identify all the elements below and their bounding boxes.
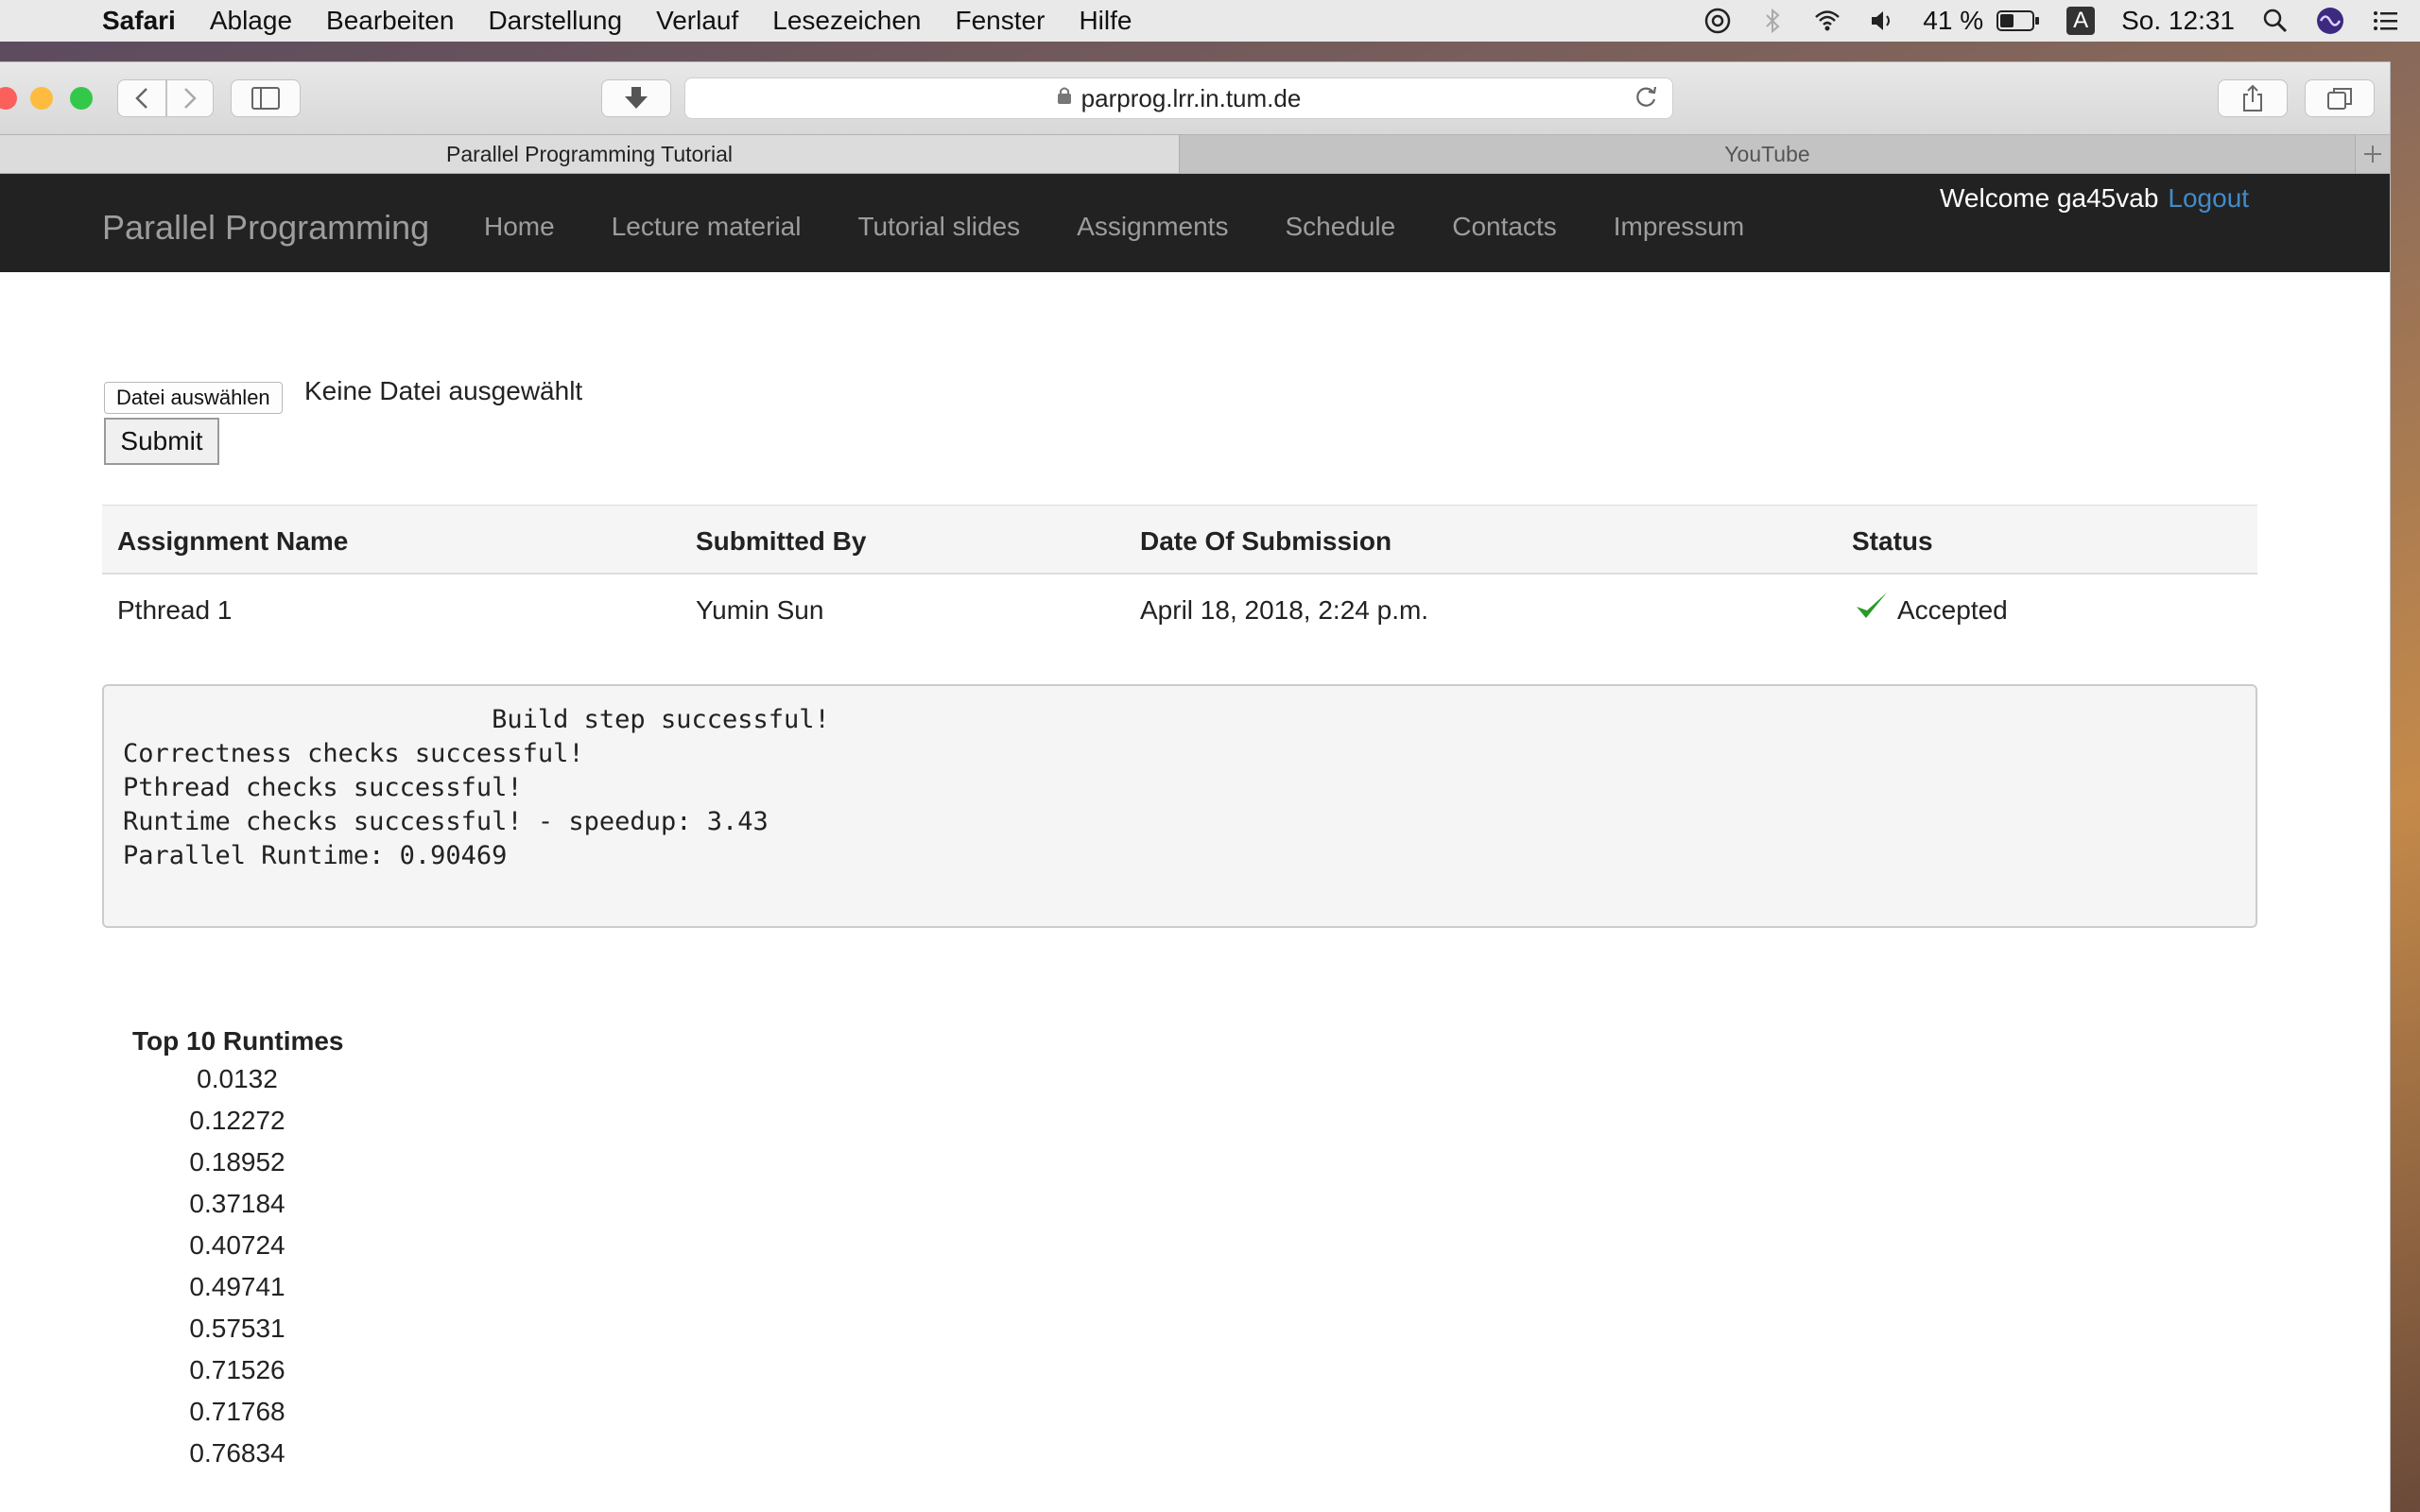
runtime-list: 0.0132 0.12272 0.18952 0.37184 0.40724 0… — [132, 1058, 344, 1474]
runtime-value: 0.76834 — [189, 1438, 285, 1468]
tab-parallel-programming[interactable]: Parallel Programming Tutorial — [0, 135, 1180, 173]
reload-icon[interactable] — [1633, 84, 1659, 117]
back-button[interactable] — [117, 79, 166, 117]
minimize-window-button[interactable] — [30, 87, 53, 110]
password-icon[interactable] — [1703, 7, 1732, 35]
app-menu-safari[interactable]: Safari — [102, 6, 176, 36]
nav-assignments[interactable]: Assignments — [1077, 212, 1228, 242]
site-brand-link[interactable]: Parallel Programming — [102, 208, 429, 248]
welcome-text: Welcome ga45vab — [1940, 183, 2159, 213]
tabs-overview-icon — [2327, 88, 2352, 110]
share-icon — [2243, 84, 2262, 112]
menu-verlauf[interactable]: Verlauf — [656, 6, 738, 36]
menu-bar-status-area: 41 % A So. 12:31 — [1690, 0, 2420, 42]
choose-file-button[interactable]: Datei auswählen — [104, 382, 283, 414]
column-header-date: Date Of Submission — [1140, 526, 1392, 556]
log-line: Pthread checks successful! — [123, 773, 523, 802]
sidebar-icon — [251, 87, 280, 110]
notification-center-icon[interactable] — [2371, 7, 2399, 35]
downloads-button[interactable] — [601, 79, 671, 117]
volume-icon[interactable] — [1868, 7, 1896, 35]
battery-percentage: 41 % — [1923, 6, 1984, 35]
show-all-tabs-button[interactable] — [2305, 79, 2375, 117]
runtime-value: 0.18952 — [189, 1147, 285, 1177]
url-text: parprog.lrr.in.tum.de — [1080, 83, 1302, 112]
column-header-status: Status — [1852, 526, 1933, 556]
menu-hilfe[interactable]: Hilfe — [1079, 6, 1132, 36]
nav-lecture-material[interactable]: Lecture material — [612, 212, 802, 242]
input-source-indicator[interactable]: A — [2066, 7, 2096, 35]
column-header-assignment: Assignment Name — [117, 526, 349, 556]
wifi-icon[interactable] — [1813, 7, 1841, 35]
site-navbar: Parallel Programming Home Lecture materi… — [0, 174, 2390, 272]
tab-label: YouTube — [1724, 141, 1810, 166]
bluetooth-icon[interactable] — [1758, 7, 1787, 35]
nav-schedule[interactable]: Schedule — [1285, 212, 1395, 242]
user-welcome: Welcome ga45vab Logout — [1940, 183, 2249, 214]
runtime-value: 0.40724 — [189, 1230, 285, 1260]
download-arrow-icon — [625, 87, 648, 109]
nav-tutorial-slides[interactable]: Tutorial slides — [857, 212, 1020, 242]
nav-home[interactable]: Home — [484, 212, 555, 242]
lock-icon — [1057, 86, 1072, 111]
runtime-value: 0.49741 — [189, 1272, 285, 1301]
cell-assignment-name: Pthread 1 — [117, 595, 233, 625]
submit-button[interactable]: Submit — [104, 418, 219, 465]
runtime-value: 0.37184 — [189, 1189, 285, 1218]
menu-bar-clock[interactable]: So. 12:31 — [2121, 6, 2235, 36]
log-line: Parallel Runtime: 0.90469 — [123, 841, 508, 870]
spotlight-icon[interactable] — [2261, 7, 2290, 35]
close-window-button[interactable] — [0, 87, 17, 110]
menu-ablage[interactable]: Ablage — [210, 6, 292, 36]
chevron-left-icon — [135, 88, 147, 109]
nav-impressum[interactable]: Impressum — [1614, 212, 1744, 242]
plus-icon — [2364, 146, 2381, 163]
column-header-submitted-by: Submitted By — [696, 526, 867, 556]
runtime-value: 0.0132 — [197, 1064, 278, 1093]
siri-icon[interactable] — [2316, 7, 2344, 35]
zoom-window-button[interactable] — [70, 87, 93, 110]
runtime-value: 0.71526 — [189, 1355, 285, 1384]
tab-label: Parallel Programming Tutorial — [446, 141, 733, 166]
runtime-value: 0.71768 — [189, 1397, 285, 1426]
share-button[interactable] — [2218, 79, 2288, 117]
cell-submitted-by: Yumin Sun — [696, 595, 824, 625]
main-nav: Home Lecture material Tutorial slides As… — [484, 212, 1801, 242]
menu-fenster[interactable]: Fenster — [956, 6, 1046, 36]
table-header-row: Assignment Name Submitted By Date Of Sub… — [102, 505, 2257, 575]
file-status-text: Keine Datei ausgewählt — [304, 376, 583, 405]
battery-icon[interactable] — [1996, 9, 2040, 32]
chevron-right-icon — [184, 88, 197, 109]
submissions-table: Assignment Name Submitted By Date Of Sub… — [102, 505, 2257, 644]
forward-button[interactable] — [166, 79, 214, 117]
cell-date: April 18, 2018, 2:24 p.m. — [1140, 595, 1429, 625]
log-line: Correctness checks successful! — [123, 739, 584, 768]
menu-lesezeichen[interactable]: Lesezeichen — [772, 6, 921, 36]
sidebar-toggle-button[interactable] — [231, 79, 301, 117]
checkmark-icon — [1855, 590, 1889, 628]
table-row: Pthread 1 Yumin Sun April 18, 2018, 2:24… — [102, 575, 2257, 644]
log-line: Runtime checks successful! - speedup: 3.… — [123, 807, 769, 836]
runtime-value: 0.57531 — [189, 1314, 285, 1343]
logout-link[interactable]: Logout — [2168, 183, 2249, 213]
build-log: Build step successful! Correctness checks… — [102, 684, 2257, 928]
top-runtimes-list: Top 10 Runtimes 0.0132 0.12272 0.18952 0… — [132, 1026, 344, 1474]
macos-menu-bar: Safari Ablage Bearbeiten Darstellung Ver… — [0, 0, 2420, 42]
browser-toolbar: parprog.lrr.in.tum.de — [0, 62, 2390, 134]
page-content: Datei auswählen Keine Datei ausgewählt S… — [0, 272, 2390, 1512]
runtime-value: 0.12272 — [189, 1106, 285, 1135]
nav-contacts[interactable]: Contacts — [1452, 212, 1557, 242]
address-bar[interactable]: parprog.lrr.in.tum.de — [684, 77, 1673, 119]
status-badge: Accepted — [1897, 595, 2008, 625]
menu-bearbeiten[interactable]: Bearbeiten — [326, 6, 454, 36]
tab-bar: Parallel Programming Tutorial YouTube — [0, 134, 2390, 174]
top-runtimes-title: Top 10 Runtimes — [132, 1026, 344, 1056]
new-tab-button[interactable] — [2356, 135, 2390, 173]
safari-window: parprog.lrr.in.tum.de Parallel Programmi… — [0, 62, 2390, 1512]
tab-youtube[interactable]: YouTube — [1180, 135, 2356, 173]
log-line: Build step successful! — [123, 705, 830, 734]
menu-darstellung[interactable]: Darstellung — [488, 6, 622, 36]
